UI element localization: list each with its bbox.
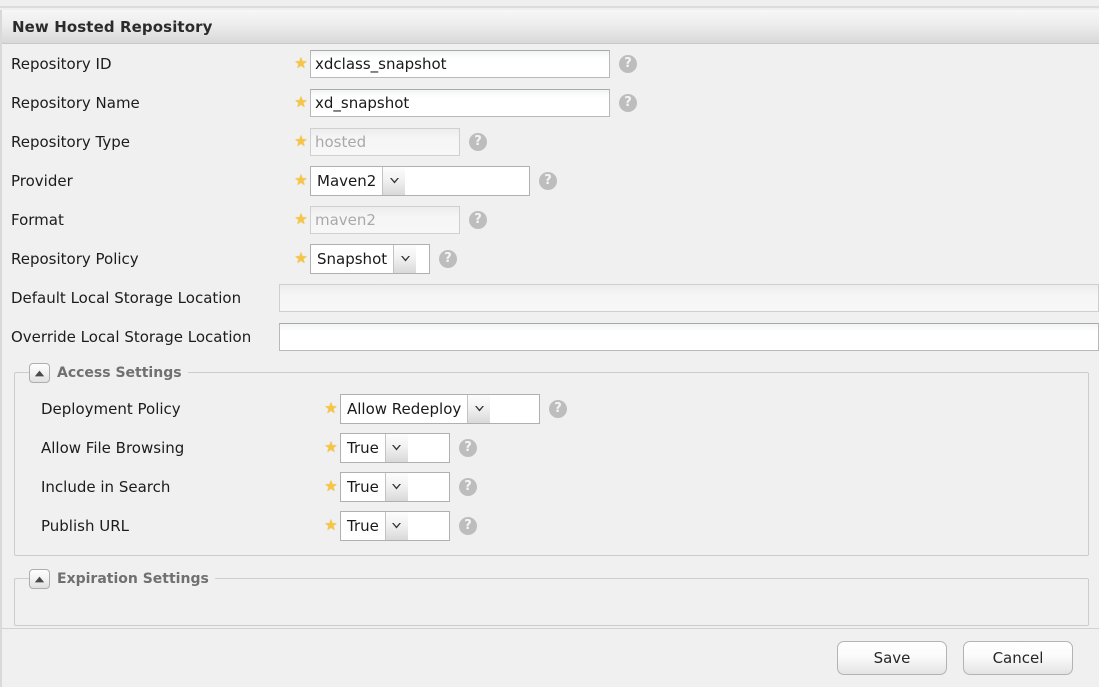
form-row-format: Format ★ ?: [2, 200, 1099, 239]
override-local-storage-location-input[interactable]: [279, 322, 1099, 351]
expiration-settings-legend: Expiration Settings: [29, 568, 215, 590]
control-provider: Maven2 ?: [310, 165, 557, 196]
provider-select[interactable]: Maven2: [310, 165, 530, 196]
label-override-local-storage-location: Override Local Storage Location: [11, 327, 252, 346]
help-icon[interactable]: ?: [459, 438, 477, 457]
panel-title-bar: New Hosted Repository: [2, 10, 1099, 44]
collapse-triangle-up-icon[interactable]: [29, 363, 50, 383]
form-row-repository-type: Repository Type ★ ?: [2, 122, 1099, 161]
form-row-default-local-storage-location: Default Local Storage Location: [2, 278, 1099, 317]
form-row-override-local-storage-location: Override Local Storage Location: [2, 317, 1099, 356]
access-settings-body: Deployment Policy ★ Allow Redeploy ? All…: [15, 387, 1088, 545]
deployment-policy-select-value: Allow Redeploy: [341, 394, 468, 423]
control-override-local-storage-location: [279, 322, 1099, 351]
access-settings-group: Access Settings Deployment Policy ★ Allo…: [14, 362, 1089, 556]
label-publish-url: Publish URL: [41, 516, 129, 535]
help-icon[interactable]: ?: [469, 210, 487, 229]
help-icon[interactable]: ?: [549, 399, 567, 418]
allow-file-browsing-select[interactable]: True: [340, 432, 450, 463]
required-star-icon: ★: [294, 93, 308, 111]
deployment-policy-select[interactable]: Allow Redeploy: [340, 393, 540, 424]
label-default-local-storage-location: Default Local Storage Location: [11, 288, 242, 307]
page-title: New Hosted Repository: [12, 17, 213, 36]
include-in-search-select-value: True: [341, 472, 385, 501]
control-format: ?: [310, 205, 487, 234]
chevron-down-icon[interactable]: [384, 511, 408, 540]
provider-select-value: Maven2: [311, 166, 383, 195]
control-allow-file-browsing: True ?: [340, 432, 477, 463]
label-repository-policy: Repository Policy: [11, 249, 139, 268]
control-repository-id: ?: [310, 49, 637, 78]
required-star-icon: ★: [294, 132, 308, 150]
form-footer: Save Cancel: [2, 628, 1099, 686]
chevron-down-icon[interactable]: [384, 433, 408, 462]
control-deployment-policy: Allow Redeploy ?: [340, 393, 567, 424]
help-icon[interactable]: ?: [619, 93, 637, 112]
required-star-icon: ★: [324, 438, 338, 456]
application-window: New Hosted Repository Repository ID ★ ? …: [0, 0, 1099, 687]
control-repository-name: ?: [310, 88, 637, 117]
control-repository-type: ?: [310, 127, 487, 156]
access-settings-title: Access Settings: [57, 365, 182, 381]
required-star-icon: ★: [324, 477, 338, 495]
save-button[interactable]: Save: [837, 640, 947, 675]
expiration-settings-title: Expiration Settings: [57, 571, 209, 587]
required-star-icon: ★: [294, 171, 308, 189]
form-body: Repository ID ★ ? Repository Name ★ ? Re…: [2, 44, 1099, 686]
form-row-publish-url: Publish URL ★ True ?: [15, 506, 1088, 545]
default-local-storage-location-input: [279, 283, 1099, 312]
chevron-down-icon[interactable]: [467, 394, 491, 423]
repository-name-input[interactable]: [310, 88, 610, 117]
form-row-repository-policy: Repository Policy ★ Snapshot ?: [2, 239, 1099, 278]
required-star-icon: ★: [324, 399, 338, 417]
form-row-provider: Provider ★ Maven2 ?: [2, 161, 1099, 200]
cancel-button[interactable]: Cancel: [963, 640, 1073, 675]
repository-policy-select[interactable]: Snapshot: [310, 243, 430, 274]
control-publish-url: True ?: [340, 510, 477, 541]
control-repository-policy: Snapshot ?: [310, 243, 457, 274]
required-star-icon: ★: [294, 210, 308, 228]
form-row-deployment-policy: Deployment Policy ★ Allow Redeploy ?: [15, 389, 1088, 428]
help-icon[interactable]: ?: [619, 54, 637, 73]
form-row-repository-id: Repository ID ★ ?: [2, 44, 1099, 83]
help-icon[interactable]: ?: [459, 516, 477, 535]
required-star-icon: ★: [294, 249, 308, 267]
chevron-down-icon[interactable]: [384, 472, 408, 501]
publish-url-select-value: True: [341, 511, 385, 540]
include-in-search-select[interactable]: True: [340, 471, 450, 502]
expiration-settings-group: Expiration Settings: [14, 568, 1089, 626]
label-deployment-policy: Deployment Policy: [41, 399, 181, 418]
label-include-in-search: Include in Search: [41, 477, 171, 496]
required-star-icon: ★: [324, 516, 338, 534]
chevron-down-icon[interactable]: [382, 166, 406, 195]
repository-type-input: [310, 127, 460, 156]
control-default-local-storage-location: [279, 283, 1099, 312]
form-row-repository-name: Repository Name ★ ?: [2, 83, 1099, 122]
label-repository-type: Repository Type: [11, 132, 130, 151]
label-format: Format: [11, 210, 64, 229]
allow-file-browsing-select-value: True: [341, 433, 385, 462]
form-row-allow-file-browsing: Allow File Browsing ★ True ?: [15, 428, 1088, 467]
chevron-down-icon[interactable]: [393, 244, 417, 273]
required-star-icon: ★: [294, 54, 308, 72]
publish-url-select[interactable]: True: [340, 510, 450, 541]
help-icon[interactable]: ?: [459, 477, 477, 496]
repository-policy-select-value: Snapshot: [311, 244, 394, 273]
label-allow-file-browsing: Allow File Browsing: [41, 438, 185, 457]
label-provider: Provider: [11, 171, 73, 190]
format-input: [310, 205, 460, 234]
collapse-triangle-up-icon[interactable]: [29, 569, 50, 589]
label-repository-name: Repository Name: [11, 93, 140, 112]
repository-id-input[interactable]: [310, 49, 610, 78]
control-include-in-search: True ?: [340, 471, 477, 502]
form-row-include-in-search: Include in Search ★ True ?: [15, 467, 1088, 506]
help-icon[interactable]: ?: [539, 171, 557, 190]
help-icon[interactable]: ?: [469, 132, 487, 151]
access-settings-legend: Access Settings: [29, 362, 188, 384]
label-repository-id: Repository ID: [11, 54, 112, 73]
repository-form-panel: New Hosted Repository Repository ID ★ ? …: [0, 10, 1099, 687]
help-icon[interactable]: ?: [439, 249, 457, 268]
window-top-strip: [0, 0, 1099, 8]
